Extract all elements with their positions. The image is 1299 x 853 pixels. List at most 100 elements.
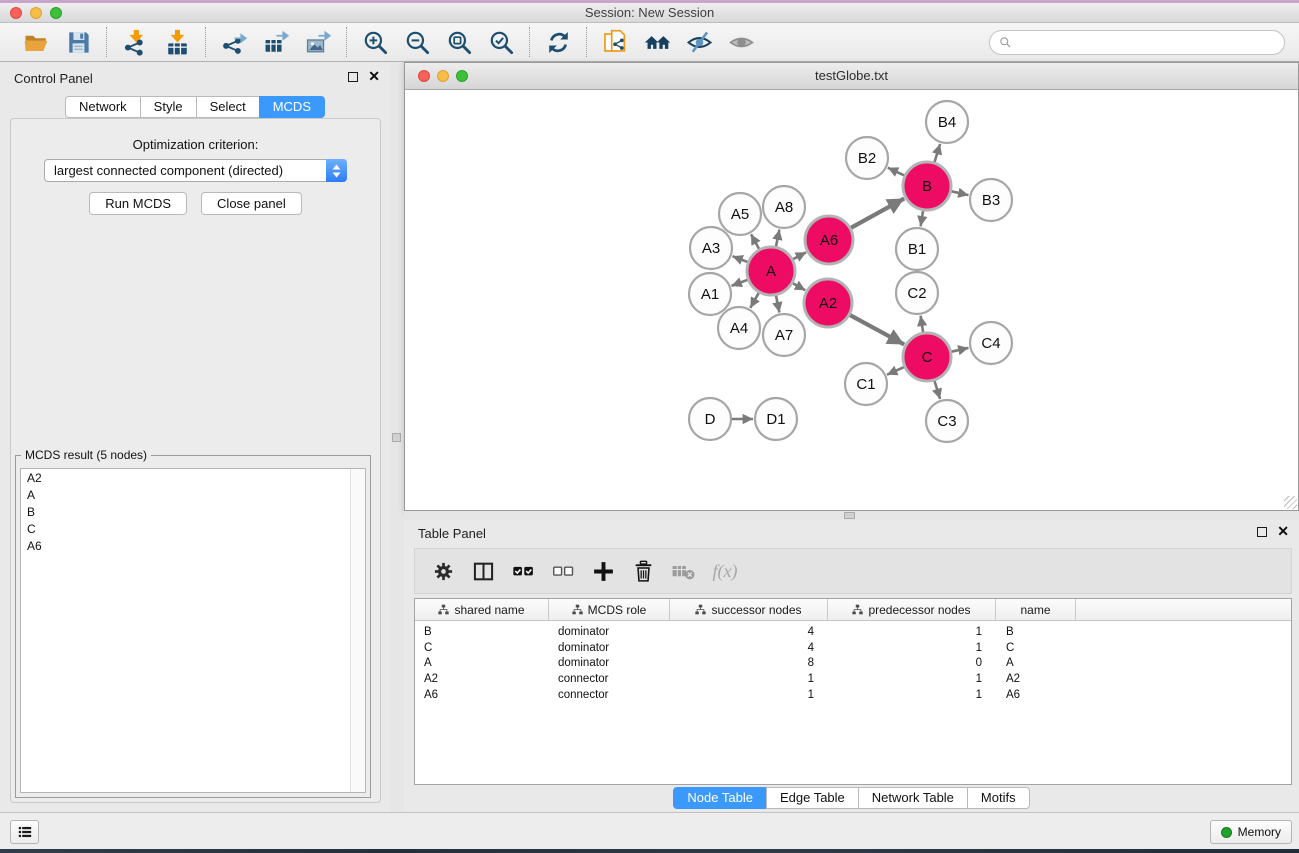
edge-B-B3[interactable]	[951, 191, 968, 195]
close-table-panel-icon[interactable]: ✕	[1277, 526, 1289, 537]
edge-A-A2[interactable]	[793, 283, 806, 290]
import-network-icon[interactable]	[118, 26, 152, 58]
delete-row-icon[interactable]	[628, 554, 658, 588]
edge-B-B4[interactable]	[935, 144, 941, 162]
task-history-button[interactable]	[10, 820, 39, 844]
table-cell[interactable]: A6	[996, 689, 1076, 701]
network-minimize-button[interactable]	[437, 70, 449, 82]
table-cell[interactable]: 4	[670, 642, 828, 654]
duplicate-network-icon[interactable]	[598, 26, 632, 58]
table-cell[interactable]: 0	[828, 657, 996, 669]
edge-C-C3[interactable]	[935, 381, 941, 399]
hide-selected-icon[interactable]	[682, 26, 716, 58]
float-table-panel-icon[interactable]	[1257, 527, 1267, 537]
tab-motifs[interactable]: Motifs	[967, 787, 1030, 809]
zoom-out-icon[interactable]	[400, 26, 434, 58]
table-cell[interactable]: 1	[670, 673, 828, 685]
export-image-icon[interactable]	[301, 26, 335, 58]
tab-style[interactable]: Style	[140, 96, 197, 118]
import-table-icon[interactable]	[160, 26, 194, 58]
deselect-all-icon[interactable]	[548, 554, 578, 588]
result-scrollbar[interactable]	[350, 469, 365, 792]
table-cell[interactable]: A6	[415, 689, 549, 701]
table-row[interactable]: Cdominator41C	[415, 640, 1291, 656]
column-selector-icon[interactable]	[468, 554, 498, 588]
table-row[interactable]: Adominator80A	[415, 656, 1291, 672]
show-all-icon[interactable]	[724, 26, 758, 58]
tab-mcds[interactable]: MCDS	[259, 96, 325, 118]
edge-B-B1[interactable]	[921, 211, 924, 227]
open-session-icon[interactable]	[19, 26, 53, 58]
edge-A-A8[interactable]	[776, 230, 779, 247]
tab-select[interactable]: Select	[196, 96, 260, 118]
refresh-icon[interactable]	[541, 26, 575, 58]
horizontal-splitter-handle[interactable]	[844, 512, 855, 519]
tab-network-table[interactable]: Network Table	[858, 787, 968, 809]
criterion-dropdown[interactable]: largest connected component (directed)	[44, 159, 347, 182]
column-header-name[interactable]: name	[996, 599, 1076, 620]
float-panel-icon[interactable]	[348, 72, 358, 82]
close-panel-icon[interactable]: ✕	[368, 71, 380, 82]
table-cell[interactable]: dominator	[549, 657, 670, 669]
table-cell[interactable]: 1	[828, 626, 996, 638]
table-cell[interactable]: C	[996, 642, 1076, 654]
table-cell[interactable]: C	[415, 642, 549, 654]
table-cell[interactable]: 1	[828, 673, 996, 685]
network-canvas[interactable]: B4B2BB3B1A5A8A6A3AA1A2C2A4A7C4CC1C3DD1	[405, 91, 1298, 510]
memory-button[interactable]: Memory	[1210, 820, 1292, 844]
mcds-result-item[interactable]: B	[21, 503, 365, 520]
edge-A2-C[interactable]	[850, 315, 904, 345]
tab-edge-table[interactable]: Edge Table	[766, 787, 859, 809]
window-resize-grip[interactable]	[1284, 496, 1297, 509]
network-close-button[interactable]	[418, 70, 430, 82]
home-icon[interactable]	[640, 26, 674, 58]
edge-C-C4[interactable]	[951, 348, 968, 352]
table-cell[interactable]: A	[996, 657, 1076, 669]
close-window-button[interactable]	[10, 7, 22, 19]
table-cell[interactable]: 8	[670, 657, 828, 669]
column-header-mcds-role[interactable]: MCDS role	[549, 599, 670, 620]
table-cell[interactable]: connector	[549, 689, 670, 701]
table-cell[interactable]: 4	[670, 626, 828, 638]
mcds-result-item[interactable]: A2	[21, 469, 365, 486]
table-row[interactable]: A6connector11A6	[415, 687, 1291, 703]
zoom-window-button[interactable]	[50, 7, 62, 19]
search-input[interactable]	[1012, 31, 1284, 54]
zoom-selected-icon[interactable]	[484, 26, 518, 58]
table-cell[interactable]: dominator	[549, 626, 670, 638]
table-cell[interactable]: 1	[828, 689, 996, 701]
table-cell[interactable]: B	[415, 626, 549, 638]
zoom-in-icon[interactable]	[358, 26, 392, 58]
table-cell[interactable]: 1	[670, 689, 828, 701]
table-cell[interactable]: dominator	[549, 642, 670, 654]
add-row-icon[interactable]	[588, 554, 618, 588]
tab-network[interactable]: Network	[65, 96, 141, 118]
table-cell[interactable]: A2	[996, 673, 1076, 685]
export-table-icon[interactable]	[259, 26, 293, 58]
network-zoom-button[interactable]	[456, 70, 468, 82]
edge-A-A4[interactable]	[750, 293, 759, 308]
search-field[interactable]	[989, 30, 1285, 55]
mcds-result-item[interactable]: A6	[21, 537, 365, 554]
select-all-icon[interactable]	[508, 554, 538, 588]
mcds-result-item[interactable]: C	[21, 520, 365, 537]
edge-C-C1[interactable]	[887, 367, 904, 375]
table-cell[interactable]: A2	[415, 673, 549, 685]
edge-A-A5[interactable]	[751, 234, 759, 249]
close-panel-button[interactable]: Close panel	[201, 192, 302, 215]
gear-icon[interactable]	[428, 554, 458, 588]
table-row[interactable]: A2connector11A2	[415, 671, 1291, 687]
run-mcds-button[interactable]: Run MCDS	[89, 192, 187, 215]
edge-A-A6[interactable]	[793, 252, 806, 259]
edge-A-A7[interactable]	[776, 296, 779, 313]
table-cell[interactable]: A	[415, 657, 549, 669]
table-row[interactable]: Bdominator41B	[415, 624, 1291, 640]
vertical-splitter-handle[interactable]	[392, 433, 401, 442]
table-cell[interactable]: connector	[549, 673, 670, 685]
export-network-icon[interactable]	[217, 26, 251, 58]
table-cell[interactable]: 1	[828, 642, 996, 654]
column-header-successor-nodes[interactable]: successor nodes	[670, 599, 828, 620]
edge-A-A3[interactable]	[733, 256, 748, 262]
edge-C-C2[interactable]	[921, 316, 924, 333]
column-header-predecessor-nodes[interactable]: predecessor nodes	[828, 599, 996, 620]
